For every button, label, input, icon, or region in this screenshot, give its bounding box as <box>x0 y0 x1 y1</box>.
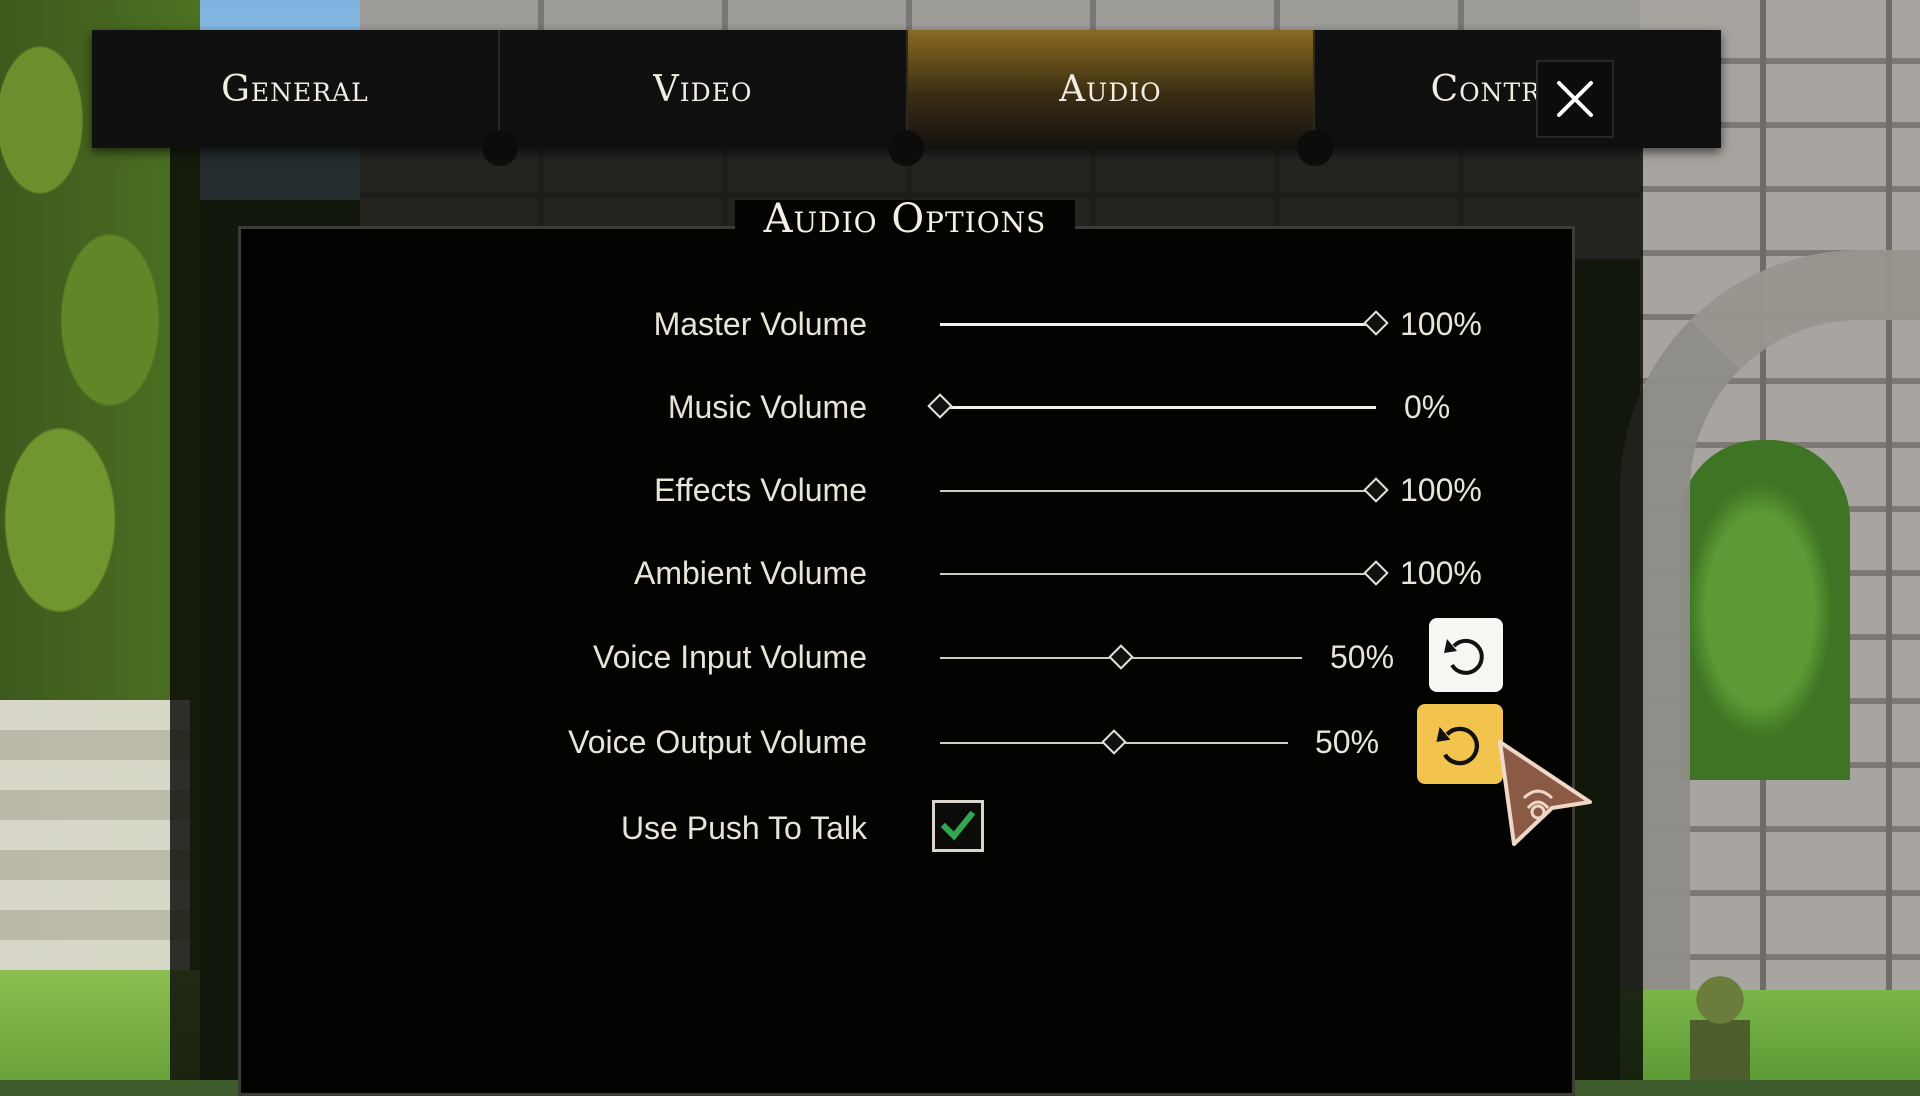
slider-handle[interactable] <box>1363 310 1389 336</box>
tab-label: General <box>221 68 369 110</box>
setting-row-voice-output-volume: Voice Output Volume 50% <box>0 712 1920 772</box>
voice-output-volume-slider[interactable] <box>940 729 1288 755</box>
voice-output-reset-button[interactable] <box>1417 704 1503 784</box>
slider-handle[interactable] <box>1108 644 1134 670</box>
ambient-volume-slider[interactable] <box>940 560 1389 586</box>
tab-divider-ornament <box>888 130 924 166</box>
reset-icon <box>1436 726 1480 766</box>
reset-icon <box>1444 638 1484 675</box>
tab-video[interactable]: Video <box>497 30 906 148</box>
setting-value: 100% <box>1400 306 1482 342</box>
tab-label: Audio <box>1059 68 1162 110</box>
setting-row-ambient-volume: Ambient Volume 100% <box>0 543 1920 603</box>
tab-audio[interactable]: Audio <box>905 30 1314 148</box>
tab-general[interactable]: General <box>92 30 498 148</box>
setting-row-master-volume: Master Volume 100% <box>0 294 1920 354</box>
setting-label: Effects Volume <box>654 472 867 508</box>
setting-label: Master Volume <box>653 306 867 342</box>
slider-handle[interactable] <box>1363 560 1389 586</box>
tab-label: Contr <box>1430 68 1542 110</box>
effects-volume-slider[interactable] <box>940 477 1389 503</box>
checkmark-icon <box>940 810 976 841</box>
setting-row-voice-input-volume: Voice Input Volume 50% <box>0 627 1920 687</box>
setting-value: 50% <box>1330 639 1395 675</box>
slider-handle[interactable] <box>1363 477 1389 503</box>
push-to-talk-checkbox[interactable] <box>932 800 984 852</box>
grass <box>1620 990 1920 1080</box>
setting-value: 100% <box>1400 555 1482 591</box>
close-button[interactable] <box>1536 60 1614 138</box>
setting-label: Ambient Volume <box>633 555 867 591</box>
slider-handle[interactable] <box>1101 729 1127 755</box>
setting-row-effects-volume: Effects Volume 100% <box>0 460 1920 520</box>
tab-controls[interactable]: Contr <box>1313 30 1721 148</box>
slider-handle[interactable] <box>927 393 953 419</box>
setting-label: Music Volume <box>667 389 867 425</box>
voice-input-reset-button[interactable] <box>1429 618 1503 692</box>
setting-value: 0% <box>1404 389 1451 425</box>
tab-divider-ornament <box>1297 130 1333 166</box>
setting-label: Use Push To Talk <box>620 810 867 846</box>
master-volume-slider[interactable] <box>940 310 1389 336</box>
setting-row-music-volume: Music Volume 0% <box>0 377 1920 437</box>
setting-label: Voice Output Volume <box>568 724 867 760</box>
voice-input-volume-slider[interactable] <box>940 644 1302 670</box>
close-icon <box>1557 81 1593 117</box>
tab-divider-ornament <box>482 130 518 166</box>
setting-value: 100% <box>1400 472 1482 508</box>
goblin-character <box>1690 970 1750 1080</box>
setting-label: Voice Input Volume <box>593 639 867 675</box>
music-volume-slider[interactable] <box>927 393 1376 419</box>
setting-value: 50% <box>1315 724 1380 760</box>
pointer-cursor-icon <box>1498 740 1592 846</box>
section-title: Audio Options <box>763 196 1047 242</box>
tab-label: Video <box>652 68 753 110</box>
